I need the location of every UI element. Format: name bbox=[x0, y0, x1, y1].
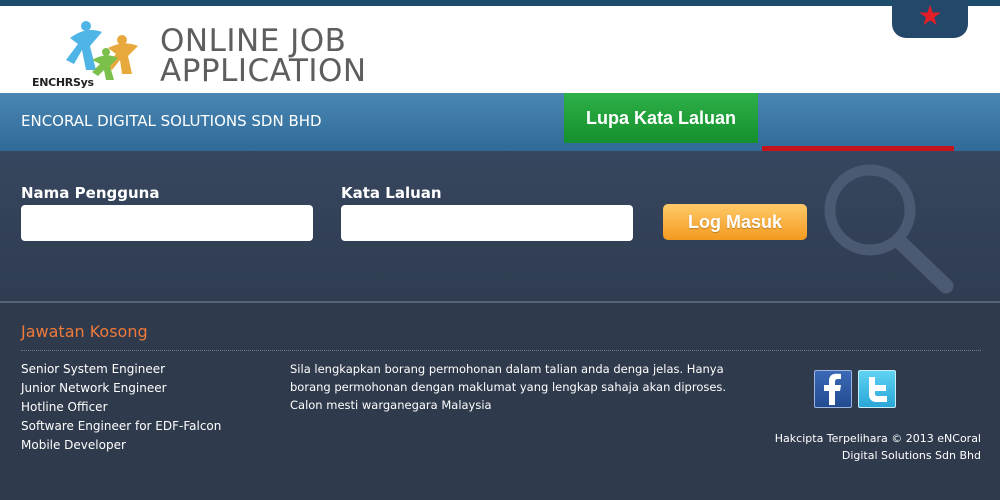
vacancy-item[interactable]: Mobile Developer bbox=[21, 436, 221, 455]
facebook-icon[interactable] bbox=[814, 370, 852, 408]
password-input[interactable] bbox=[341, 205, 633, 241]
logo-text: ENCHRSys bbox=[32, 76, 94, 89]
login-button[interactable]: Log Masuk bbox=[663, 204, 807, 240]
username-label: Nama Pengguna bbox=[21, 184, 160, 202]
header: ENCHRSys ONLINE JOB APPLICATION bbox=[0, 6, 1000, 93]
username-input[interactable] bbox=[21, 205, 313, 241]
vacancy-list: Senior System Engineer Junior Network En… bbox=[21, 360, 221, 455]
company-name: ENCORAL DIGITAL SOLUTIONS SDN BHD bbox=[21, 112, 322, 130]
forgot-password-button[interactable]: Lupa Kata Laluan bbox=[564, 93, 758, 143]
password-label: Kata Laluan bbox=[341, 184, 442, 202]
vacancy-item[interactable]: Senior System Engineer bbox=[21, 360, 221, 379]
vacancy-item[interactable]: Software Engineer for EDF-Falcon bbox=[21, 417, 221, 436]
app-title-line1: ONLINE JOB bbox=[160, 23, 347, 59]
vacancy-item[interactable]: Hotline Officer bbox=[21, 398, 221, 417]
vacancies-rule bbox=[21, 350, 981, 351]
logo: ENCHRSys bbox=[30, 18, 160, 92]
vacancies-title: Jawatan Kosong bbox=[21, 322, 148, 341]
app-title: ONLINE JOB APPLICATION bbox=[160, 23, 367, 89]
star-tab[interactable]: ★ bbox=[892, 0, 968, 38]
app-title-line2: APPLICATION bbox=[160, 53, 367, 89]
vacancy-item[interactable]: Junior Network Engineer bbox=[21, 379, 221, 398]
copyright-line2: Digital Solutions Sdn Bhd bbox=[841, 449, 981, 462]
twitter-icon[interactable] bbox=[858, 370, 896, 408]
magnifier-icon bbox=[818, 158, 968, 298]
copyright: Hakcipta Terpelihara © 2013 eNCoral Digi… bbox=[680, 430, 981, 464]
copyright-line1: Hakcipta Terpelihara © 2013 eNCoral bbox=[774, 432, 981, 445]
application-notice: Sila lengkapkan borang permohonan dalam … bbox=[290, 362, 727, 412]
star-icon: ★ bbox=[917, 0, 943, 32]
